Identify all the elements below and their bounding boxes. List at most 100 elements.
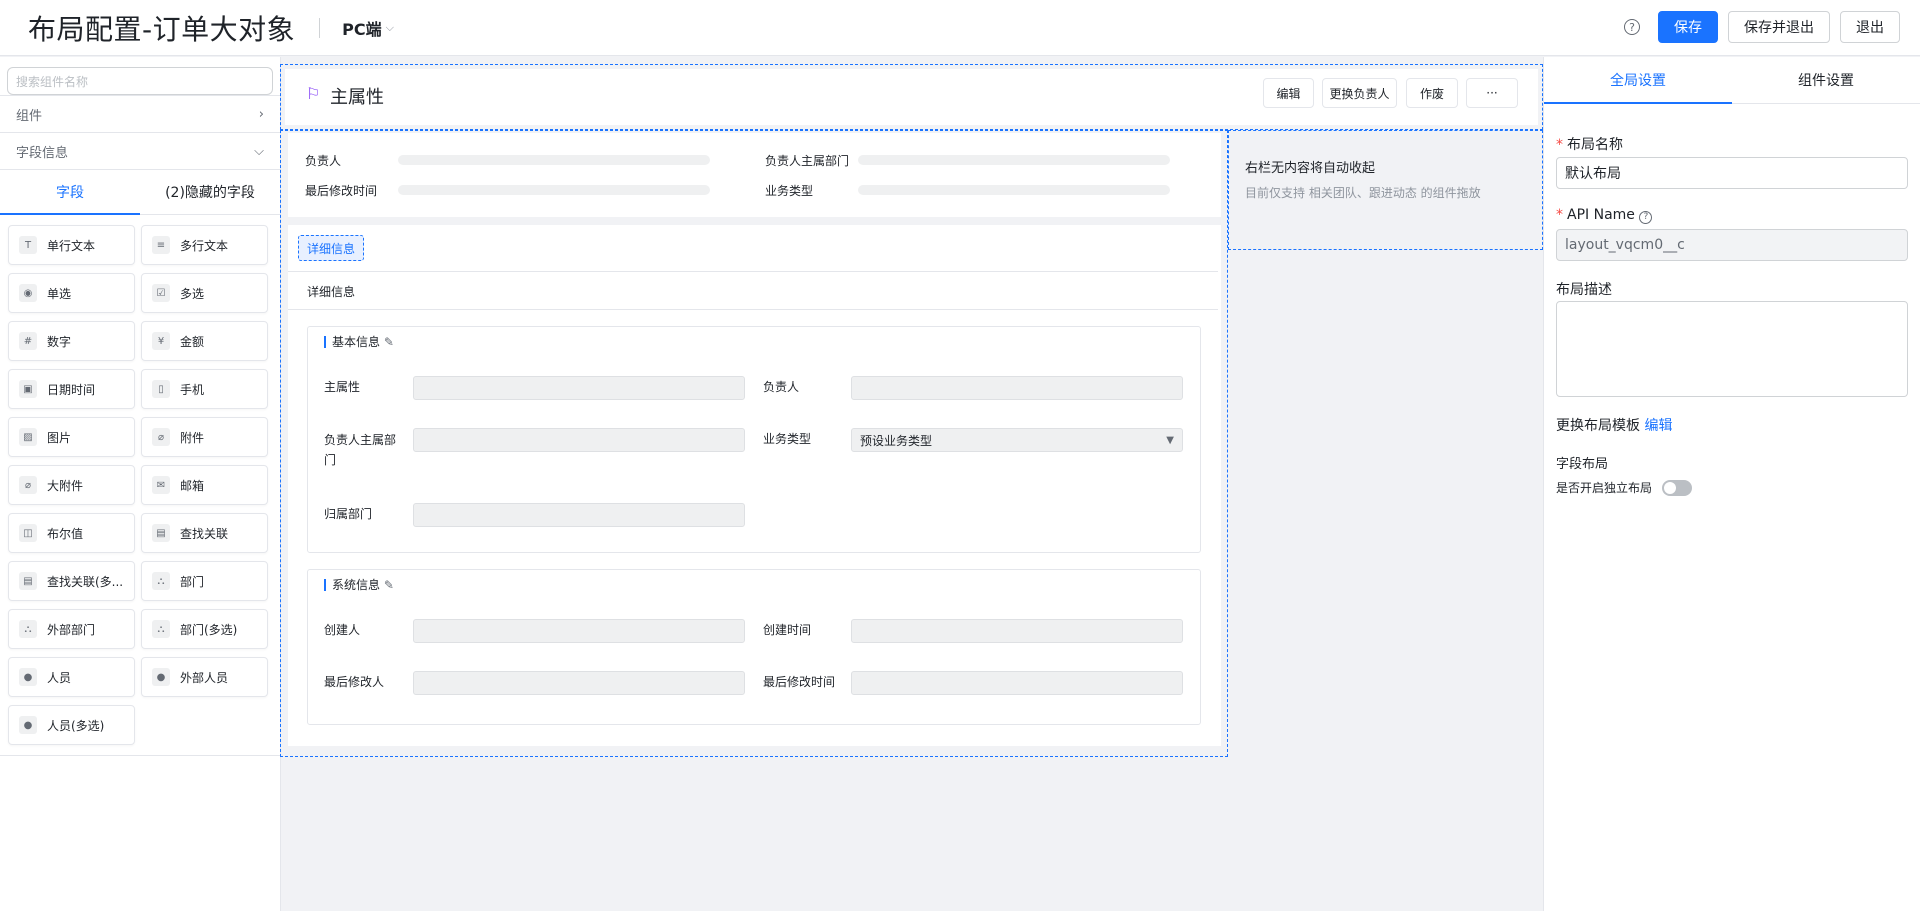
tab-detail-info[interactable]: 详细信息 <box>298 235 365 261</box>
field-item-label: 图片 <box>47 430 72 445</box>
field-info-section-label: 字段信息 <box>16 145 69 161</box>
field-item[interactable]: ▤ 查找关联(多... <box>8 561 135 601</box>
detail-heading: 详细信息 <box>307 285 356 299</box>
field-type-icon: ⌀ <box>152 428 170 446</box>
edit-icon[interactable]: ✎ <box>384 335 394 349</box>
field-label: 最后修改时间 <box>763 675 836 689</box>
save-button[interactable]: 保存 <box>1658 11 1718 43</box>
field-item-label: 人员(多选) <box>47 718 105 733</box>
creator-input[interactable] <box>413 619 745 643</box>
dept-input[interactable] <box>413 503 745 527</box>
business-type-select[interactable]: 预设业务类型 ▼ <box>851 428 1183 452</box>
component-search-input[interactable]: 搜索组件名称 <box>7 67 273 95</box>
field-item-label: 大附件 <box>47 478 84 493</box>
chevron-down-icon: ⌵ <box>254 143 264 159</box>
independent-layout-toggle[interactable] <box>1662 480 1692 496</box>
field-type-icon: ✉ <box>152 476 170 494</box>
right-column-frame[interactable]: 右栏无内容将自动收起 目前仅支持 相关团队、跟进动态 的组件拖放 <box>1228 130 1543 250</box>
field-item[interactable]: ⌀ 大附件 <box>8 465 135 505</box>
field-label: 创建人 <box>324 623 361 637</box>
field-type-icon: ☑ <box>152 284 170 302</box>
field-item[interactable]: ▨ 图片 <box>8 417 135 457</box>
field-item[interactable]: ⌀ 附件 <box>141 417 268 457</box>
field-item-label: 布尔值 <box>47 526 84 541</box>
field-item[interactable]: ◫ 布尔值 <box>8 513 135 553</box>
owner-dept-input[interactable] <box>413 428 745 452</box>
api-name-input[interactable]: layout_vqcm0__c <box>1556 229 1908 261</box>
owner-input[interactable] <box>851 376 1183 400</box>
field-item-label: 部门(多选) <box>180 622 238 637</box>
field-item-label: 外部人员 <box>180 670 229 685</box>
field-item[interactable]: ✉ 邮箱 <box>141 465 268 505</box>
field-item-label: 查找关联 <box>180 526 229 541</box>
field-item[interactable]: ▯ 手机 <box>141 369 268 409</box>
field-type-icon: T <box>19 236 37 254</box>
void-button[interactable]: 作废 <box>1406 78 1458 108</box>
divider <box>319 17 321 38</box>
last-modifier-input[interactable] <box>413 671 745 695</box>
field-type-icon: ◫ <box>19 524 37 542</box>
field-item-label: 日期时间 <box>47 382 96 397</box>
page-title: 布局配置-订单大对象 <box>28 12 296 46</box>
details-card: 详细信息 详细信息 基本信息 ✎ 主属性 负责人 负责人主属部门 业务类型 预设… <box>288 225 1221 746</box>
template-edit-link[interactable]: 编辑 <box>1644 418 1672 434</box>
field-item[interactable]: T 单行文本 <box>8 225 135 265</box>
tab-fields[interactable]: 字段 <box>0 170 140 215</box>
field-item[interactable]: ⛬ 部门(多选) <box>141 609 268 649</box>
field-item-label: 金额 <box>180 334 205 349</box>
help-icon[interactable]: ? <box>1639 211 1653 224</box>
tab-component-settings[interactable]: 组件设置 <box>1732 57 1920 103</box>
field-type-icon: ¥ <box>152 332 170 350</box>
components-section[interactable]: 组件 › <box>0 95 280 132</box>
field-item[interactable]: ● 外部人员 <box>141 657 268 697</box>
field-item[interactable]: # 数字 <box>8 321 135 361</box>
field-item[interactable]: ≡ 多行文本 <box>141 225 268 265</box>
field-label: 创建时间 <box>763 623 812 637</box>
field-item-label: 人员 <box>47 670 72 685</box>
field-type-icon: ▤ <box>152 524 170 542</box>
field-label: 归属部门 <box>324 507 373 521</box>
tab-global-settings[interactable]: 全局设置 <box>1544 57 1732 104</box>
layout-name-input[interactable]: 默认布局 <box>1556 157 1908 189</box>
field-item[interactable]: ⛬ 外部部门 <box>8 609 135 649</box>
field-info-section[interactable]: 字段信息 ⌵ <box>0 132 280 169</box>
main-title: 主属性 <box>330 87 384 108</box>
field-item-label: 数字 <box>47 334 72 349</box>
field-type-icon: # <box>19 332 37 350</box>
edit-icon[interactable]: ✎ <box>384 578 394 592</box>
tab-hidden-fields[interactable]: (2)隐藏的字段 <box>140 170 280 214</box>
divider <box>288 309 1218 310</box>
section-title: 基本信息 ✎ <box>324 336 394 348</box>
created-time-input[interactable] <box>851 619 1183 643</box>
more-button[interactable]: ··· <box>1466 78 1518 108</box>
field-type-icon: ◉ <box>19 284 37 302</box>
field-item[interactable]: ▤ 查找关联 <box>141 513 268 553</box>
section-title: 系统信息 ✎ <box>324 579 394 591</box>
field-item[interactable]: ¥ 金额 <box>141 321 268 361</box>
primary-attr-input[interactable] <box>413 376 745 400</box>
change-owner-button[interactable]: 更换负责人 <box>1322 78 1397 108</box>
field-type-icon: ● <box>19 668 37 686</box>
field-item[interactable]: ◉ 单选 <box>8 273 135 313</box>
edit-button[interactable]: 编辑 <box>1263 78 1314 108</box>
last-modified-input[interactable] <box>851 671 1183 695</box>
field-item-label: 多选 <box>180 286 205 301</box>
field-type-icon: ▤ <box>19 572 37 590</box>
exit-button[interactable]: 退出 <box>1840 11 1900 43</box>
field-grid: T 单行文本 ≡ 多行文本 ◉ 单选 ☑ 多选 # 数字 ¥ 金额 ▣ 日期时间 ▯ 手机 ▨ 图片 ⌀ 附件 ⌀ 大附件… <box>0 215 280 756</box>
help-icon[interactable]: ? <box>1624 19 1640 35</box>
platform-select[interactable]: PC端 ⌵ <box>342 16 394 40</box>
layout-desc-textarea[interactable] <box>1556 301 1908 397</box>
field-item-label: 外部部门 <box>47 622 96 637</box>
field-type-icon: ▯ <box>152 380 170 398</box>
field-item[interactable]: ⛬ 部门 <box>141 561 268 601</box>
business-type-value: 预设业务类型 <box>860 433 933 448</box>
field-item[interactable]: ▣ 日期时间 <box>8 369 135 409</box>
save-exit-button[interactable]: 保存并退出 <box>1728 11 1830 43</box>
field-item[interactable]: ● 人员 <box>8 657 135 697</box>
field-type-icon: ⛬ <box>152 620 170 638</box>
field-item[interactable]: ☑ 多选 <box>141 273 268 313</box>
right-column-title: 右栏无内容将自动收起 <box>1245 161 1376 176</box>
field-label: 业务类型 <box>763 432 812 446</box>
field-item[interactable]: ● 人员(多选) <box>8 705 135 745</box>
